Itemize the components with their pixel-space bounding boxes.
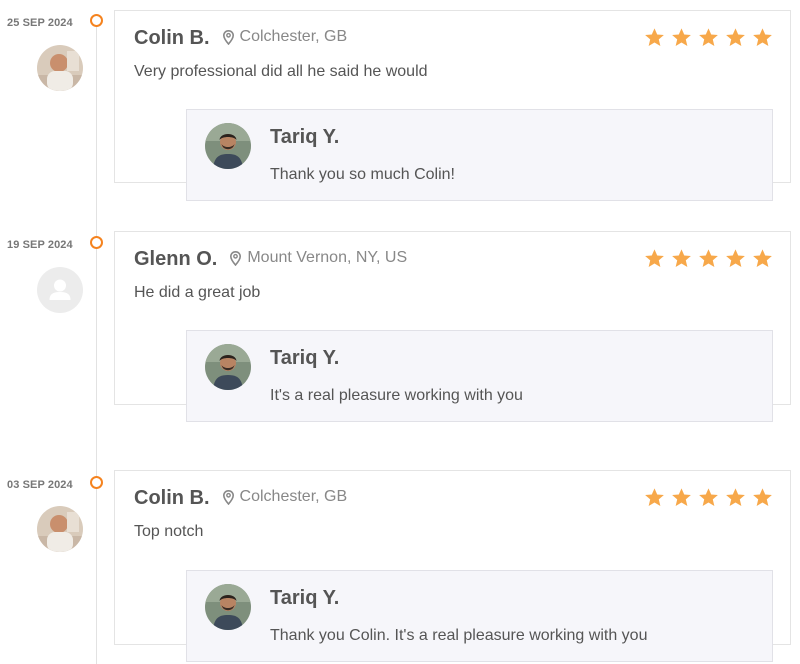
star-icon [726,488,745,506]
default-user-icon [37,267,83,313]
reply-text: Thank you so much Colin! [270,166,455,183]
replier-photo-icon [205,584,251,630]
reply-box: Tariq Y. It's a real pleasure working wi… [186,330,773,422]
reply-text: It's a real pleasure working with you [270,387,523,404]
star-icon [753,28,772,46]
star-icon [726,249,745,267]
reviewer-header: Colin B. Colchester, GB [134,487,347,510]
review-item: 03 SEP 2024 Colin B. Colchester, GB Top … [0,461,800,664]
reviewer-header: Glenn O. Mount Vernon, NY, US [134,248,407,271]
review-item: 19 SEP 2024 Glenn O. Mount Vernon, NY, U… [0,221,800,431]
star-icon [645,249,664,267]
timeline-dot [90,14,103,27]
avatar [37,45,83,91]
reviewer-photo-icon [37,45,83,91]
timeline-dot [90,236,103,249]
map-pin-icon [222,30,234,45]
star-rating [644,27,773,48]
reviewer-location: Colchester, GB [222,27,348,46]
reviewer-name[interactable]: Colin B. [134,27,210,50]
reviewer-photo-icon [37,506,83,552]
reply-box: Tariq Y. Thank you so much Colin! [186,109,773,201]
review-text: Very professional did all he said he wou… [134,63,428,80]
reply-box: Tariq Y. Thank you Colin. It's a real pl… [186,570,773,662]
timeline-dot [90,476,103,489]
star-icon [699,249,718,267]
replier-photo-icon [205,123,251,169]
star-icon [753,488,772,506]
review-date: 19 SEP 2024 [7,239,73,251]
replier-avatar [205,123,251,169]
reviewer-header: Colin B. Colchester, GB [134,27,347,50]
location-text: Colchester, GB [239,487,348,505]
replier-name[interactable]: Tariq Y. [270,126,339,149]
review-date: 03 SEP 2024 [7,479,73,491]
star-rating [644,487,773,508]
replier-avatar [205,344,251,390]
star-icon [645,28,664,46]
star-icon [753,249,772,267]
replier-photo-icon [205,344,251,390]
replier-avatar [205,584,251,630]
reviewer-location: Mount Vernon, NY, US [230,249,407,267]
reviewer-location: Colchester, GB [222,487,348,506]
avatar [37,506,83,552]
review-text: Top notch [134,523,204,540]
star-icon [672,28,691,46]
replier-name[interactable]: Tariq Y. [270,587,339,610]
review-date: 25 SEP 2024 [7,17,73,29]
star-icon [699,28,718,46]
location-text: Colchester, GB [239,27,348,45]
star-icon [672,488,691,506]
map-pin-icon [230,251,242,266]
location-text: Mount Vernon, NY, US [247,248,408,266]
reviewer-name[interactable]: Colin B. [134,487,210,510]
star-icon [672,249,691,267]
star-icon [726,28,745,46]
star-icon [699,488,718,506]
star-rating [644,248,773,269]
reviewer-name[interactable]: Glenn O. [134,248,217,271]
review-text: He did a great job [134,284,261,301]
replier-name[interactable]: Tariq Y. [270,347,339,370]
reply-text: Thank you Colin. It's a real pleasure wo… [270,627,648,644]
review-item: 25 SEP 2024 Colin B. Colchester, GB Very… [0,0,800,210]
avatar [37,267,83,313]
star-icon [645,488,664,506]
map-pin-icon [222,490,234,505]
